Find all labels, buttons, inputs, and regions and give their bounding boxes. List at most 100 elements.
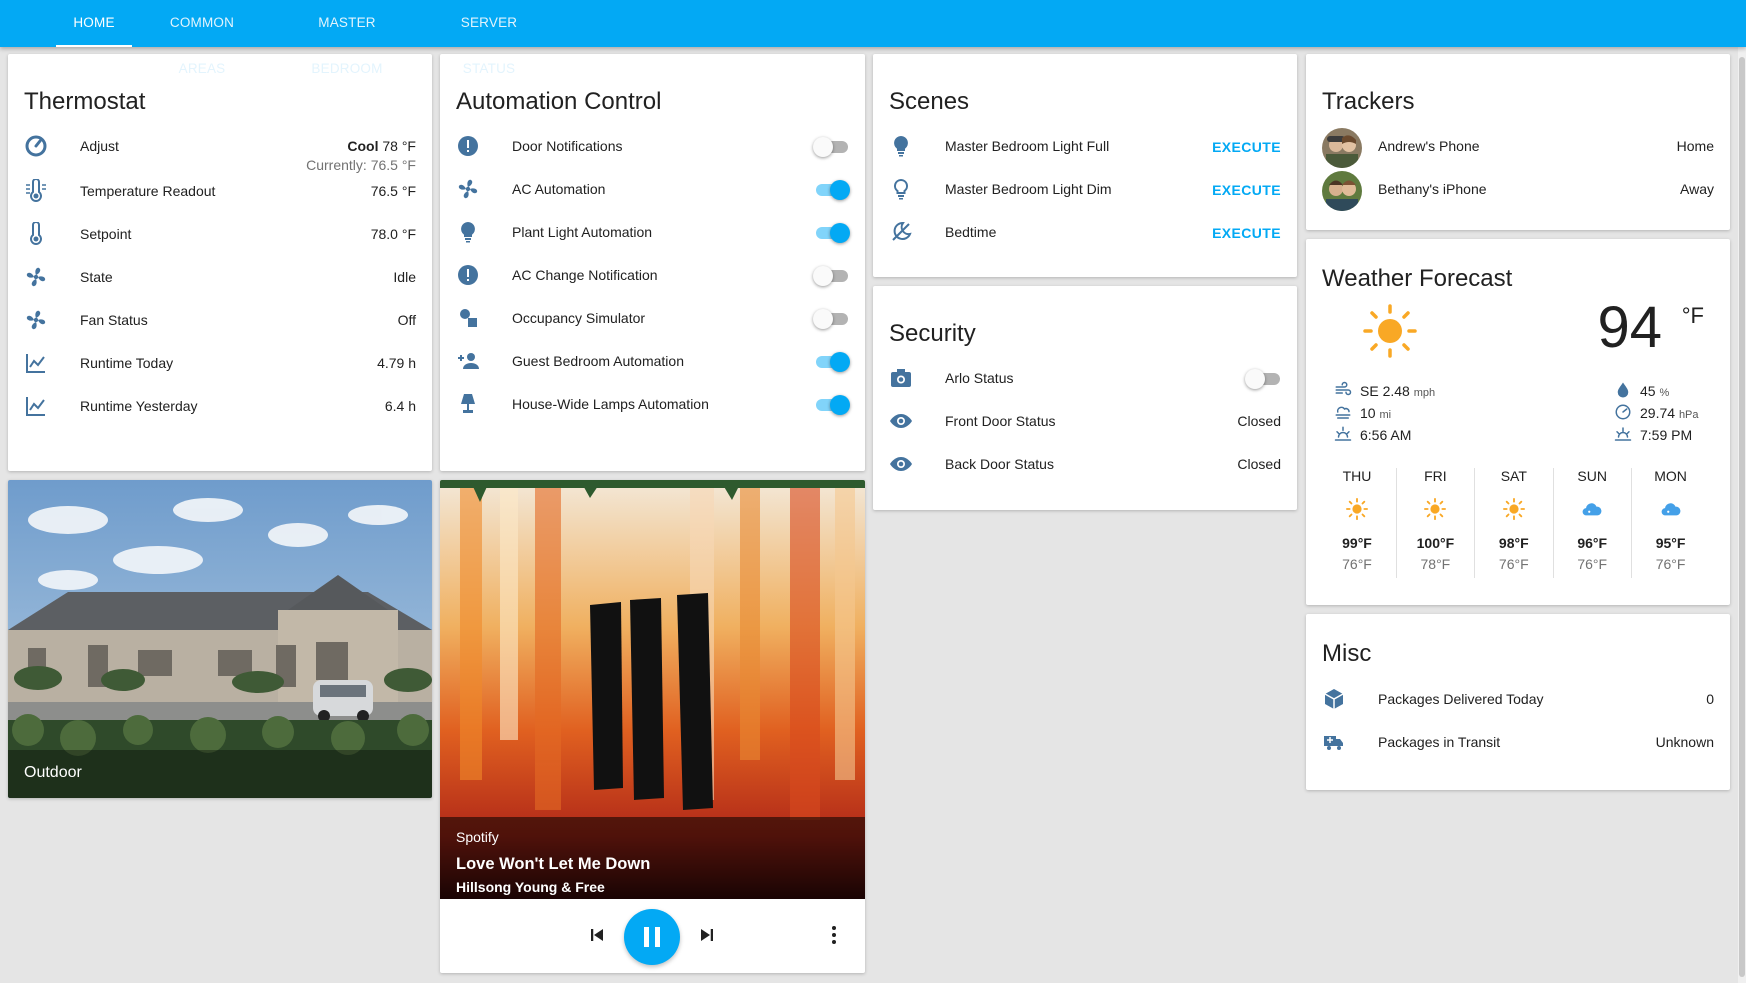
row-value: 76.5 °F [370,183,416,199]
row-label: Andrew's Phone [1378,138,1480,154]
gauge-icon [1615,404,1631,420]
tracker-state: Home [1676,138,1714,154]
media-player-card: Spotify Love Won't Let Me Down Hillsong … [440,480,865,973]
thermostat-row[interactable]: Runtime Yesterday 6.4 h [8,386,432,426]
row-label: AC Change Notification [512,267,658,283]
thermostat-row[interactable]: State Idle [8,257,432,297]
row-label: Plant Light Automation [512,224,653,240]
more-vert-icon[interactable] [822,923,846,947]
current-temperature: 94 [1597,295,1662,360]
execute-button[interactable]: EXECUTE [1212,182,1281,198]
automation-row[interactable]: Occupancy Simulator [440,298,865,338]
forecast-day-label: FRI [1424,468,1447,484]
forecast-divider [1631,468,1633,578]
visibility-unit: mi [1379,409,1392,421]
forecast-high: 95°F [1655,535,1686,551]
fan-icon [26,310,46,330]
sunny-icon [1363,304,1417,358]
skip-previous-icon[interactable] [588,926,606,944]
forecast-divider [1474,468,1476,578]
automation-toggle[interactable] [813,223,850,243]
scrollbar-thumb[interactable] [1739,57,1745,977]
tracker-row[interactable]: Bethany's iPhone Away [1306,169,1730,213]
row-label: Front Door Status [945,413,1056,429]
forecast-high: 98°F [1498,535,1529,551]
skip-next-icon[interactable] [698,926,716,944]
fog-icon [1335,406,1351,419]
lightbulb-outline-icon [893,178,909,200]
security-row-arlo[interactable]: Arlo Status [873,358,1297,398]
fan-icon [458,179,478,199]
automation-card: Automation Control Door Notifications AC … [440,54,865,471]
thermostat-target: 78 °F [382,138,416,154]
tab-home[interactable]: HOME [56,0,132,47]
forecast-low: 78°F [1420,556,1451,572]
row-label: Setpoint [80,226,132,242]
thermostat-dial-icon [25,135,47,157]
account-plus-icon [458,353,479,369]
forecast-high: 96°F [1577,535,1608,551]
tab-server-status[interactable]: SERVER STATUS [426,0,552,76]
camera-label: Outdoor [24,764,82,781]
automation-toggle[interactable] [813,352,850,372]
row-label: Fan Status [80,312,148,328]
camera-card[interactable]: Outdoor [8,480,432,798]
row-label: Door Notifications [512,138,623,154]
media-source: Spotify [456,829,499,845]
pause-button[interactable] [624,909,680,965]
row-value: Closed [1237,413,1281,429]
pressure-readout: 29.74 hPa [1640,405,1699,421]
execute-button[interactable]: EXECUTE [1212,139,1281,155]
automation-row[interactable]: Door Notifications [440,126,865,166]
row-label: Arlo Status [945,370,1014,386]
row-label: Runtime Yesterday [80,398,198,414]
row-label: Occupancy Simulator [512,310,646,326]
wind-readout: SE 2.48 mph [1360,383,1435,399]
automation-toggle[interactable] [813,266,849,286]
visibility-value: 10 [1360,405,1376,421]
alert-circle-icon [458,265,478,285]
security-row[interactable]: Front Door Status Closed [873,401,1297,441]
thermostat-row[interactable]: Setpoint 78.0 °F [8,214,432,254]
arlo-toggle[interactable] [1245,369,1281,389]
automation-row[interactable]: AC Change Notification [440,255,865,295]
weather-night-icon [892,221,912,241]
truck-icon [1324,736,1343,750]
row-label: House-Wide Lamps Automation [512,396,709,412]
automation-row[interactable]: AC Automation [440,169,865,209]
page-scrollbar[interactable] [1738,47,1746,983]
automation-toggle[interactable] [813,395,850,415]
tracker-state: Away [1680,181,1714,197]
security-row[interactable]: Back Door Status Closed [873,444,1297,484]
execute-button[interactable]: EXECUTE [1212,225,1281,241]
automation-row[interactable]: House-Wide Lamps Automation [440,384,865,424]
cloudy-icon [1582,503,1602,516]
eye-icon [890,414,912,428]
tab-common-areas[interactable]: COMMON AREAS [136,0,268,76]
thermostat-row[interactable]: Temperature Readout 76.5 °F [8,171,432,211]
alert-circle-icon [458,136,478,156]
fan-icon [26,267,46,287]
media-info-overlay: Spotify Love Won't Let Me Down Hillsong … [440,817,865,899]
forecast-day-label: MON [1654,468,1687,484]
tab-master-bedroom[interactable]: MASTER BEDROOM [272,0,422,76]
automation-toggle[interactable] [813,180,850,200]
forecast-low: 76°F [1577,556,1608,572]
shapes-icon [460,309,477,327]
automation-row[interactable]: Plant Light Automation [440,212,865,252]
thermostat-row[interactable]: Runtime Today 4.79 h [8,343,432,383]
thermostat-row[interactable]: Fan Status Off [8,300,432,340]
misc-row[interactable]: Packages in Transit Unknown [1306,722,1730,762]
avatar [1322,171,1362,211]
tracker-row[interactable]: Andrew's Phone Home [1306,126,1730,170]
trackers-card: Trackers Andrew's Phone Home Bethany's i… [1306,54,1730,230]
automation-row[interactable]: Guest Bedroom Automation [440,341,865,381]
pause-icon [644,927,660,947]
row-label: Bedtime [945,224,997,240]
row-label: Guest Bedroom Automation [512,353,684,369]
automation-toggle[interactable] [813,137,849,157]
misc-row[interactable]: Packages Delivered Today 0 [1306,679,1730,719]
media-controls [440,899,865,969]
visibility-readout: 10 mi [1360,405,1391,421]
automation-toggle[interactable] [813,309,849,329]
